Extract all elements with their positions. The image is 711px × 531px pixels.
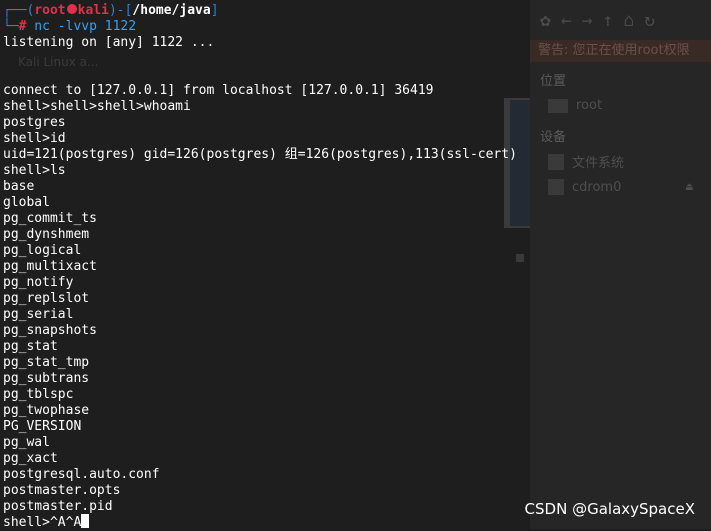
terminal-output-line: pg_stat [3, 339, 58, 354]
terminal[interactable]: ┌──(root kali)-[/home/java] └─# nc -lvvp … [0, 0, 711, 530]
prompt-line-top: ┌──(root kali)-[/home/java] [3, 3, 219, 19]
terminal-output-line: postmaster.pid [3, 499, 113, 514]
terminal-output-line: uid=121(postgres) gid=126(postgres) 组=12… [3, 147, 517, 162]
prompt-path: /home/java [132, 3, 211, 18]
terminal-output-line: pg_tblspc [3, 387, 74, 402]
terminal-output-line: shell>ls [3, 163, 66, 178]
terminal-output-line: listening on [any] 1122 ... [3, 35, 215, 50]
terminal-output-line: postmaster.opts [3, 483, 121, 498]
terminal-output-line: PG_VERSION [3, 419, 82, 434]
terminal-output-line: pg_xact [3, 451, 58, 466]
terminal-output-line: global [3, 195, 50, 210]
terminal-output-line: pg_logical [3, 243, 82, 258]
terminal-output-line: pg_subtrans [3, 371, 90, 386]
terminal-output-line: postgresql.auto.conf [3, 467, 160, 482]
terminal-input-line[interactable]: shell>^A^A [3, 514, 90, 530]
skull-icon [66, 4, 77, 14]
prompt-corner-top: ┌──( [3, 3, 35, 18]
terminal-output-line: pg_twophase [3, 403, 90, 418]
prompt-corner-bottom: └─ [3, 19, 19, 34]
current-input: shell>^A^A [3, 515, 82, 530]
terminal-output-line: postgres [3, 115, 66, 130]
prompt-path-end: ] [210, 3, 219, 18]
prompt-user: root [34, 3, 66, 18]
prompt-line-command: └─# nc -lvvp 1122 [3, 19, 136, 35]
terminal-output-line: pg_commit_ts [3, 211, 97, 226]
terminal-output-line: pg_dynshmem [3, 227, 90, 242]
terminal-output-line: pg_multixact [3, 259, 97, 274]
terminal-output-line: pg_stat_tmp [3, 355, 90, 370]
terminal-output-line: pg_snapshots [3, 323, 97, 338]
terminal-output-line: pg_wal [3, 435, 50, 450]
terminal-output-line: pg_replslot [3, 291, 90, 306]
terminal-output-line: pg_notify [3, 275, 74, 290]
command-text: nc -lvvp 1122 [26, 19, 137, 34]
prompt-path-separator: )-[ [108, 3, 133, 18]
terminal-output-line: base [3, 179, 35, 194]
terminal-output-line: connect to [127.0.0.1] from localhost [1… [3, 83, 434, 98]
faded-window-title: Kali Linux a... [18, 55, 99, 69]
terminal-output-line: pg_serial [3, 307, 74, 322]
terminal-output-line: shell>id [3, 131, 66, 146]
csdn-watermark: CSDN @GalaxySpaceX [524, 500, 695, 518]
terminal-cursor [81, 514, 90, 528]
prompt-host: kali [77, 3, 109, 18]
terminal-output-line: shell>shell>shell>whoami [3, 99, 191, 114]
